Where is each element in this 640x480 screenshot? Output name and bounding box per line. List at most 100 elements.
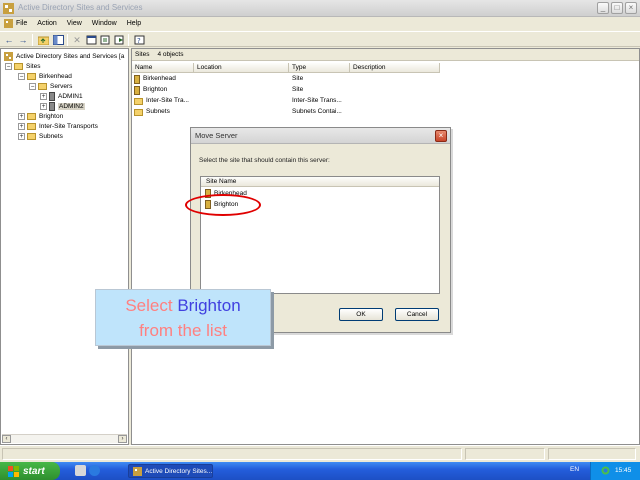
cancel-button[interactable]: Cancel xyxy=(395,308,439,321)
show-desktop-icon[interactable] xyxy=(75,465,86,476)
column-header-name[interactable]: Name xyxy=(132,63,194,73)
minimize-button[interactable]: _ xyxy=(597,2,609,14)
expand-icon[interactable]: + xyxy=(18,122,25,130)
forward-icon[interactable]: → xyxy=(17,34,29,46)
tree-item-inter-site-transports[interactable]: + Inter-Site Transports xyxy=(18,121,98,131)
row-type: Site xyxy=(292,75,304,82)
tree-root-label: Active Directory Sites and Services [a xyxy=(16,52,125,60)
column-header-description[interactable]: Description xyxy=(350,63,440,73)
site-list-header[interactable]: Site Name xyxy=(201,177,439,187)
delete-icon[interactable]: ✕ xyxy=(71,34,83,46)
instruction-callout: Select Brighton from the list xyxy=(95,289,271,346)
taskbar-item-label: Active Directory Sites... xyxy=(145,467,213,475)
window-titlebar[interactable]: Active Directory Sites and Services _ □ … xyxy=(0,0,640,17)
tree-root[interactable]: Active Directory Sites and Services [a xyxy=(4,51,124,61)
ad-sites-app-icon xyxy=(3,3,14,14)
status-panel xyxy=(2,448,462,460)
toolbar-separator xyxy=(128,34,129,46)
toolbar: ← → ✕ ? xyxy=(0,31,640,47)
app-menu-icon[interactable] xyxy=(4,19,13,28)
highlight-ellipse xyxy=(185,194,261,216)
list-row-brighton[interactable]: Brighton Site xyxy=(132,85,639,95)
tree-item-servers[interactable]: − Servers xyxy=(29,81,72,91)
collapse-icon[interactable]: − xyxy=(18,72,25,80)
site-icon xyxy=(134,85,140,95)
expand-icon[interactable]: + xyxy=(18,112,25,120)
close-button[interactable]: × xyxy=(625,2,637,14)
maximize-button[interactable]: □ xyxy=(611,2,623,14)
menu-action[interactable]: Action xyxy=(37,20,56,27)
server-icon xyxy=(49,91,55,101)
list-row-birkenhead[interactable]: Birkenhead Site xyxy=(132,74,639,84)
expand-icon[interactable]: + xyxy=(18,132,25,140)
list-row-inter-site[interactable]: Inter-Site Tra... Inter-Site Trans... xyxy=(132,96,639,106)
back-icon[interactable]: ← xyxy=(3,34,15,46)
menu-bar: File Action View Window Help xyxy=(0,17,640,30)
tree-item-birkenhead[interactable]: − Birkenhead xyxy=(18,71,72,81)
scroll-right-icon[interactable]: › xyxy=(118,435,127,443)
clock[interactable]: 15:45 xyxy=(615,467,631,474)
tree-item-label: Servers xyxy=(50,82,73,90)
expand-icon[interactable]: + xyxy=(40,92,47,100)
tree-item-admin2[interactable]: + ADMIN2 xyxy=(40,101,85,111)
row-type: Inter-Site Trans... xyxy=(292,97,342,104)
up-icon[interactable] xyxy=(37,34,49,46)
menu-view[interactable]: View xyxy=(67,20,82,27)
collapse-icon[interactable]: − xyxy=(29,82,36,90)
tree-item-admin1[interactable]: + ADMIN1 xyxy=(40,91,83,101)
language-indicator[interactable]: EN xyxy=(570,466,579,473)
column-header-type[interactable]: Type xyxy=(289,63,350,73)
internet-explorer-icon[interactable] xyxy=(89,465,100,476)
taskbar-item-ad-sites[interactable]: Active Directory Sites... xyxy=(128,464,213,478)
column-header-location[interactable]: Location xyxy=(194,63,289,73)
tree-item-sites[interactable]: − Sites xyxy=(5,61,40,71)
details-header-title: Sites xyxy=(135,51,150,58)
start-button[interactable]: start xyxy=(0,462,60,480)
ad-sites-root-icon xyxy=(4,51,13,61)
taskbar: start Active Directory Sites... EN 15:45 xyxy=(0,462,640,480)
export-icon[interactable] xyxy=(113,34,125,46)
tree-item-label: Subnets xyxy=(39,132,63,140)
expand-icon[interactable]: + xyxy=(40,102,47,110)
window-title: Active Directory Sites and Services xyxy=(18,3,143,12)
refresh-icon[interactable] xyxy=(99,34,111,46)
tree-item-label: Inter-Site Transports xyxy=(39,122,98,130)
tree-item-label: Brighton xyxy=(39,112,64,120)
folder-icon xyxy=(27,122,36,130)
properties-icon[interactable] xyxy=(85,34,97,46)
tree-item-label: Birkenhead xyxy=(39,72,72,80)
server-icon xyxy=(49,101,55,111)
network-icon[interactable] xyxy=(601,466,610,475)
show-hide-tree-icon[interactable] xyxy=(52,34,64,46)
status-panel xyxy=(465,448,545,460)
row-name: Subnets xyxy=(146,108,170,115)
dialog-titlebar[interactable]: Move Server × xyxy=(191,128,450,144)
menu-help[interactable]: Help xyxy=(127,20,141,27)
ok-button[interactable]: OK xyxy=(339,308,383,321)
system-tray: 15:45 xyxy=(590,462,640,480)
menu-window[interactable]: Window xyxy=(92,20,117,27)
details-header-count: 4 objects xyxy=(157,51,184,58)
tree-item-subnets[interactable]: + Subnets xyxy=(18,131,63,141)
status-panel xyxy=(548,448,636,460)
tree-item-label: Sites xyxy=(26,62,41,70)
menu-file[interactable]: File xyxy=(16,20,27,27)
details-header: Sites 4 objects xyxy=(132,49,639,61)
folder-icon xyxy=(38,82,47,90)
dialog-prompt: Select the site that should contain this… xyxy=(199,157,330,164)
list-row-subnets[interactable]: Subnets Subnets Contai... xyxy=(132,107,639,117)
console-tree[interactable]: Active Directory Sites and Services [a −… xyxy=(0,48,129,445)
ad-sites-app-icon xyxy=(133,466,142,476)
row-name: Brighton xyxy=(143,86,168,93)
row-name: Inter-Site Tra... xyxy=(146,97,189,104)
collapse-icon[interactable]: − xyxy=(5,62,12,70)
folder-icon xyxy=(27,112,36,120)
tree-item-brighton[interactable]: + Brighton xyxy=(18,111,63,121)
folder-icon xyxy=(14,62,23,70)
help-icon[interactable]: ? xyxy=(133,34,145,46)
tree-item-label-selected: ADMIN2 xyxy=(58,102,85,110)
dialog-close-button[interactable]: × xyxy=(435,130,447,142)
tree-horizontal-scrollbar[interactable]: ‹ › xyxy=(2,434,127,443)
scroll-left-icon[interactable]: ‹ xyxy=(2,435,11,443)
windows-logo-icon xyxy=(8,465,19,477)
